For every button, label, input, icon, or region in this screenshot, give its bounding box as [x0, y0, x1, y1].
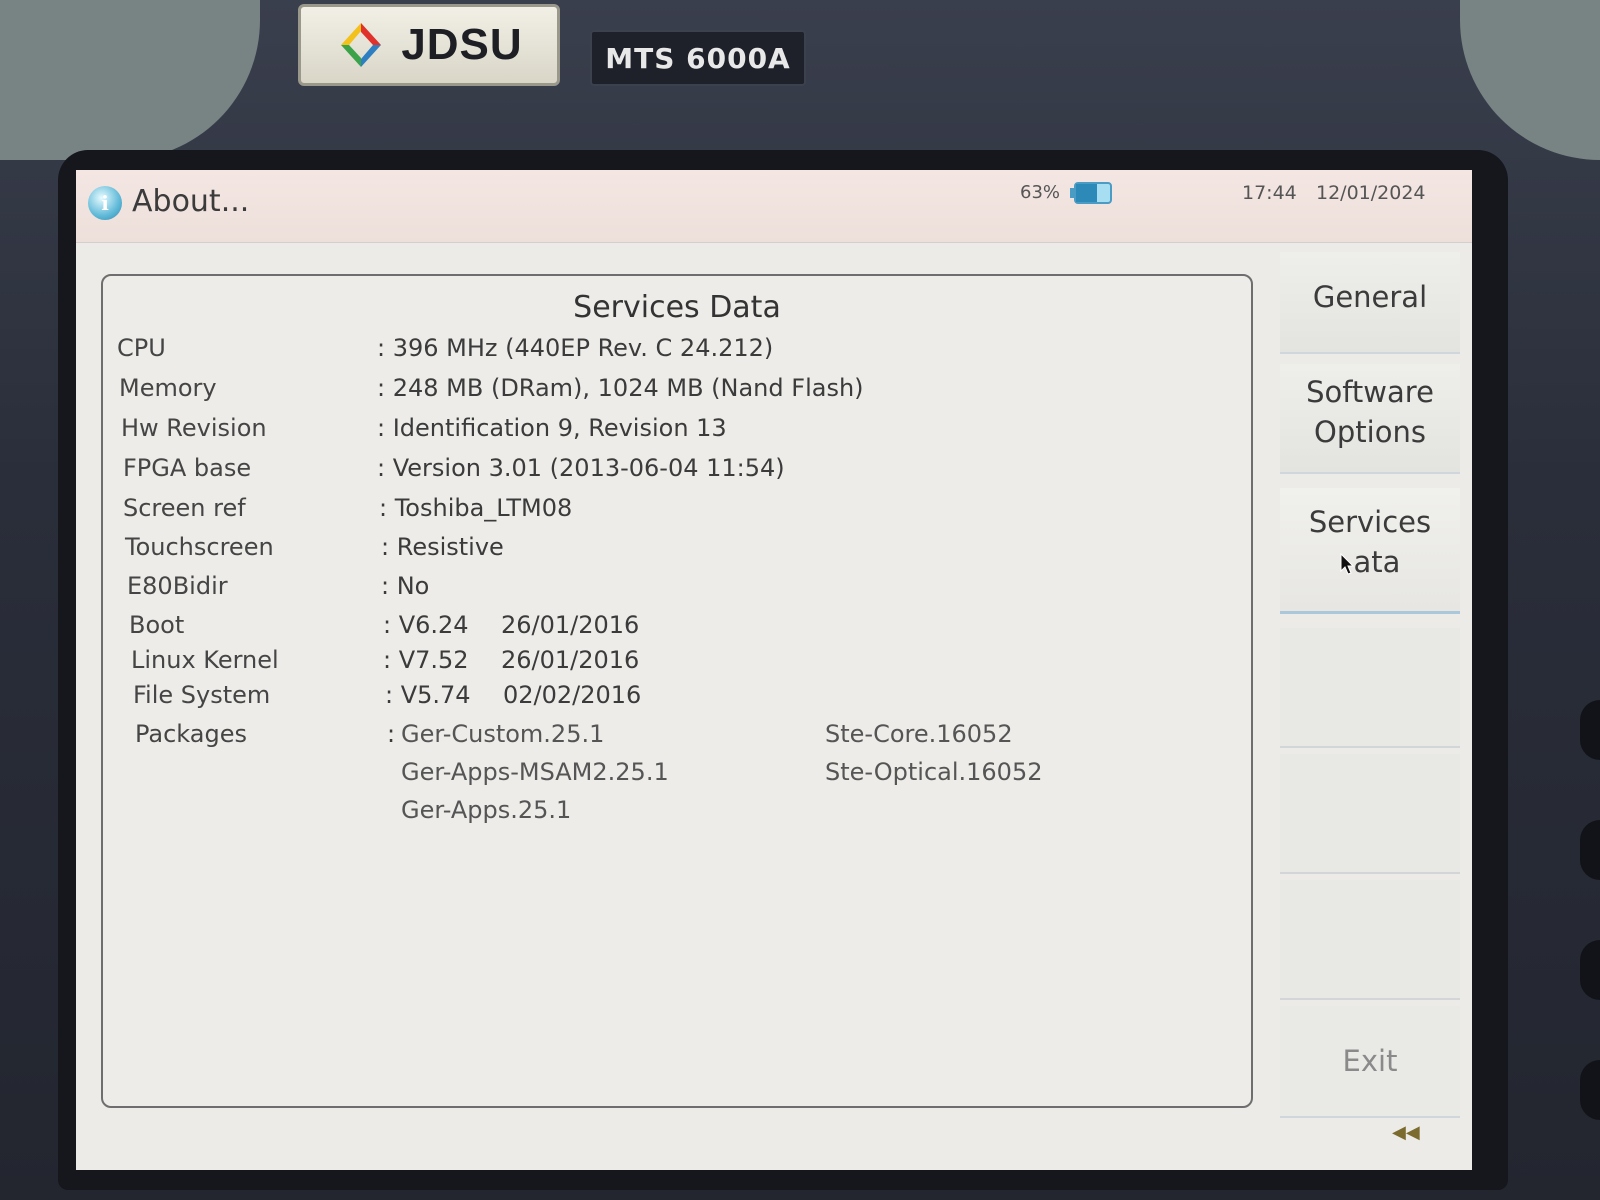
row-label: Boot — [129, 611, 185, 639]
row-label: Screen ref — [123, 494, 246, 522]
row-colon: : — [387, 720, 396, 748]
exit-button-label: Exit — [1342, 1044, 1398, 1078]
row-value: : Resistive — [381, 533, 504, 561]
row-date: 02/02/2016 — [503, 681, 642, 709]
software-options-button[interactable]: Software Options — [1280, 364, 1460, 474]
services-data-label-suffix: ata — [1353, 545, 1401, 579]
row-version: : V6.24 — [383, 611, 469, 639]
software-options-label-line1: Software — [1306, 375, 1434, 409]
general-button[interactable]: General — [1280, 252, 1460, 354]
row-label: Linux Kernel — [131, 646, 279, 674]
hardware-button[interactable] — [1580, 940, 1600, 1000]
hardware-button[interactable] — [1580, 700, 1600, 760]
row-label: Hw Revision — [121, 414, 267, 442]
services-data-panel: Services Data CPU : 396 MHz (440EP Rev. … — [101, 274, 1253, 1108]
title-bar: i About... 63% 17:44 12/01/2024 — [76, 170, 1472, 243]
package-item: Ger-Apps.25.1 — [401, 796, 572, 824]
brand-logo: JDSU — [298, 4, 560, 86]
package-item: Ger-Custom.25.1 — [401, 720, 605, 748]
row-version: : V5.74 — [385, 681, 471, 709]
panel-heading: Services Data — [573, 290, 781, 325]
general-button-label: General — [1312, 280, 1428, 314]
row-value: : Version 3.01 (2013-06-04 11:54) — [377, 454, 785, 482]
side-menu: General Software Options Services ata Ex… — [1266, 242, 1472, 1170]
row-value: : 396 MHz (440EP Rev. C 24.212) — [377, 334, 774, 362]
empty-menu-slot — [1280, 880, 1460, 1000]
jdsu-logo-icon — [341, 23, 382, 67]
window-title: About... — [132, 184, 250, 219]
row-label: E80Bidir — [127, 572, 228, 600]
model-plate: MTS 6000A — [590, 30, 806, 86]
package-item: Ste-Core.16052 — [825, 720, 1013, 748]
package-item: Ger-Apps-MSAM2.25.1 — [401, 758, 669, 786]
battery-level — [1076, 184, 1098, 202]
row-date: 26/01/2016 — [501, 646, 640, 674]
hardware-button[interactable] — [1580, 820, 1600, 880]
cursor-icon — [1340, 553, 1354, 575]
row-label: Memory — [119, 374, 217, 402]
row-label: Touchscreen — [125, 533, 274, 561]
row-value: : 248 MB (DRam), 1024 MB (Nand Flash) — [377, 374, 864, 402]
row-label: CPU — [117, 334, 166, 362]
row-version: : V7.52 — [383, 646, 469, 674]
services-data-label-line2: ata — [1280, 542, 1460, 582]
exit-button[interactable]: Exit — [1280, 1006, 1460, 1118]
row-date: 26/01/2016 — [501, 611, 640, 639]
lcd-screen: i About... 63% 17:44 12/01/2024 Services… — [76, 170, 1472, 1170]
row-label: File System — [133, 681, 271, 709]
services-data-button[interactable]: Services ata — [1280, 488, 1460, 614]
services-data-label-line1: Services — [1308, 505, 1432, 539]
row-value: : No — [381, 572, 430, 600]
brand-name: JDSU — [401, 20, 523, 69]
clock-date: 12/01/2024 — [1316, 182, 1426, 204]
empty-menu-slot — [1280, 628, 1460, 748]
hardware-button[interactable] — [1580, 1060, 1600, 1120]
clock-time: 17:44 — [1242, 182, 1297, 204]
software-options-label-line2: Options — [1314, 415, 1426, 449]
row-value: : Identification 9, Revision 13 — [377, 414, 727, 442]
row-value: : Toshiba_LTM08 — [379, 494, 573, 522]
info-icon: i — [88, 186, 122, 220]
row-label: FPGA base — [123, 454, 252, 482]
battery-percent: 63% — [1020, 182, 1061, 203]
empty-menu-slot — [1280, 754, 1460, 874]
battery-icon — [1070, 182, 1112, 204]
model-name: MTS 6000A — [605, 41, 791, 75]
package-item: Ste-Optical.16052 — [825, 758, 1043, 786]
rewind-icon[interactable]: ◀◀ — [1392, 1122, 1436, 1152]
row-label: Packages — [135, 720, 247, 748]
